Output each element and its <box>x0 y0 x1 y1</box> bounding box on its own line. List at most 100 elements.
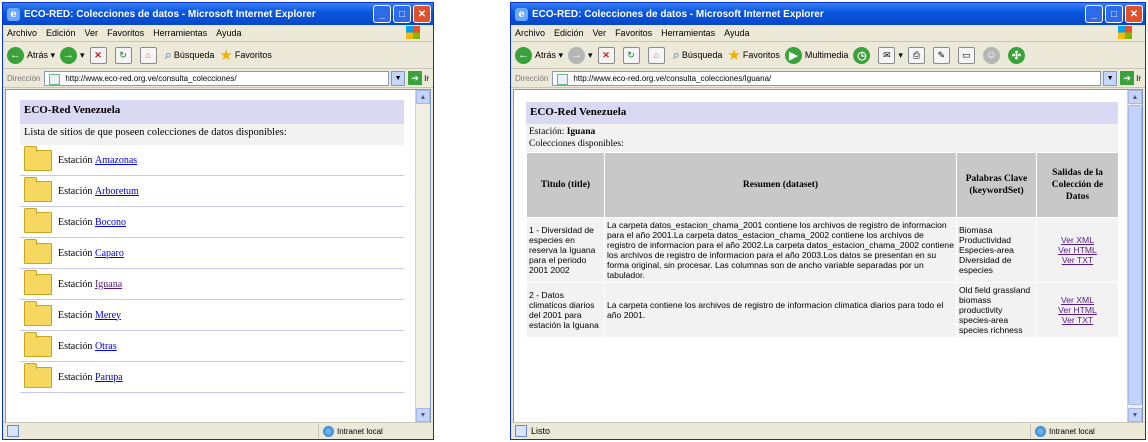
cell-links: Ver XML Ver HTML Ver TXT <box>1036 217 1119 283</box>
scroll-down-icon[interactable]: ▼ <box>1128 408 1142 422</box>
minimize-button[interactable]: _ <box>1085 5 1103 23</box>
messenger-button[interactable]: ☺ <box>982 46 1003 64</box>
back-button[interactable]: ← Atrás ▾ <box>7 46 55 64</box>
menu-herramientas[interactable]: Herramientas <box>661 28 715 38</box>
address-dropdown-button[interactable]: ▼ <box>391 70 406 86</box>
window-title: ECO-RED: Colecciones de datos - Microsof… <box>532 8 824 20</box>
list-item: Estación Caparo <box>20 238 404 269</box>
address-input[interactable]: http://www.eco-red.org.ve/consulta_colec… <box>44 70 390 86</box>
view-txt-link[interactable]: Ver TXT <box>1039 255 1116 265</box>
menu-herramientas[interactable]: Herramientas <box>153 28 207 38</box>
vertical-scrollbar[interactable]: ▲ ▼ <box>415 90 430 422</box>
windows-logo-icon <box>1118 26 1132 39</box>
menu-favoritos[interactable]: Favoritos <box>107 28 144 38</box>
column-header-title: Titulo (title) <box>526 152 605 218</box>
address-dropdown-button[interactable]: ▼ <box>1103 70 1118 86</box>
stop-button[interactable]: ✕ <box>597 46 618 64</box>
search-label: Búsqueda <box>173 50 215 60</box>
collections-label: Colecciones disponibles: <box>529 139 624 149</box>
folder-button[interactable]: ▭ <box>957 46 978 64</box>
menu-favoritos[interactable]: Favoritos <box>615 28 652 38</box>
scroll-up-icon[interactable]: ▲ <box>416 90 430 104</box>
list-item: Estación Iguana <box>20 269 404 300</box>
search-icon: ⌕ <box>164 47 172 62</box>
page-content: ECO-Red Venezuela Estación: Iguana Colec… <box>513 89 1143 423</box>
go-arrow-icon[interactable]: ➔ <box>1120 71 1135 85</box>
research-button[interactable]: ✣ <box>1007 46 1028 64</box>
go-label[interactable]: Ir <box>1136 74 1141 83</box>
multimedia-button[interactable]: ▶ Multimedia <box>784 46 848 64</box>
menu-ver[interactable]: Ver <box>85 28 99 38</box>
maximize-button[interactable]: □ <box>393 5 411 23</box>
close-button[interactable]: ✕ <box>1125 5 1143 23</box>
station-link-parupa[interactable]: Parupa <box>95 372 123 383</box>
menu-edicion[interactable]: Edición <box>46 28 76 38</box>
scroll-down-icon[interactable]: ▼ <box>416 408 430 422</box>
favorites-button[interactable]: ★ Favoritos <box>219 46 271 64</box>
history-button[interactable]: ◷ <box>853 46 873 64</box>
edit-button[interactable]: ✎ <box>932 46 953 64</box>
station-prefix: Estación <box>58 371 93 383</box>
station-link-bocono[interactable]: Bocono <box>95 217 126 228</box>
back-button[interactable]: ← Atrás ▾ <box>515 46 563 64</box>
forward-button[interactable]: → ▾ <box>568 46 593 64</box>
star-icon: ★ <box>727 47 741 64</box>
scroll-up-icon[interactable]: ▲ <box>1128 90 1142 104</box>
home-button[interactable]: ⌂ <box>139 46 160 64</box>
refresh-button[interactable]: ↻ <box>622 46 643 64</box>
view-xml-link[interactable]: Ver XML <box>1039 235 1116 245</box>
stop-icon: ✕ <box>597 46 615 64</box>
research-icon: ✣ <box>1007 46 1025 64</box>
menu-edicion[interactable]: Edición <box>554 28 584 38</box>
station-prefix: Estación <box>58 278 93 290</box>
search-button[interactable]: ⌕ Búsqueda <box>673 47 723 63</box>
menu-archivo[interactable]: Archivo <box>515 28 545 38</box>
address-input[interactable]: http://www.eco-red.org.ve/consulta_colec… <box>552 70 1102 86</box>
station-link-amazonas[interactable]: Amazonas <box>95 155 137 166</box>
address-label: Dirección <box>7 73 41 83</box>
menu-archivo[interactable]: Archivo <box>7 28 37 38</box>
list-item: Estación Merey <box>20 300 404 331</box>
go-label[interactable]: Ir <box>424 74 429 83</box>
menu-ver[interactable]: Ver <box>593 28 607 38</box>
page-subtitle: Lista de sitios de que poseen coleccione… <box>20 124 404 145</box>
vertical-scrollbar[interactable]: ▲ ▼ <box>1127 90 1142 422</box>
menu-ayuda[interactable]: Ayuda <box>724 28 749 38</box>
view-html-link[interactable]: Ver HTML <box>1039 305 1116 315</box>
home-button[interactable]: ⌂ <box>647 46 668 64</box>
minimize-button[interactable]: _ <box>373 5 391 23</box>
station-link-caparo[interactable]: Caparo <box>95 248 124 259</box>
page-header: ECO-Red Venezuela <box>526 102 1118 124</box>
table-row: 2 - Datos climaticos diarios del 2001 pa… <box>526 282 1119 338</box>
home-icon: ⌂ <box>647 46 665 64</box>
maximize-button[interactable]: □ <box>1105 5 1123 23</box>
refresh-button[interactable]: ↻ <box>114 46 135 64</box>
station-prefix: Estación <box>58 185 93 197</box>
forward-button[interactable]: → ▾ <box>60 46 85 64</box>
view-xml-link[interactable]: Ver XML <box>1039 295 1116 305</box>
station-link-otras[interactable]: Otras <box>95 341 117 352</box>
favorites-button[interactable]: ★ Favoritos <box>727 46 779 64</box>
zone-label: Intranet local <box>1049 426 1095 436</box>
list-item: Estación Arboretum <box>20 176 404 207</box>
title-bar[interactable]: e ECO-RED: Colecciones de datos - Micros… <box>3 3 433 25</box>
station-link-merey[interactable]: Merey <box>95 310 121 321</box>
page-icon <box>557 73 569 85</box>
folder-icon <box>24 145 52 171</box>
stop-button[interactable]: ✕ <box>89 46 110 64</box>
menu-ayuda[interactable]: Ayuda <box>216 28 241 38</box>
title-bar[interactable]: e ECO-RED: Colecciones de datos - Micros… <box>511 3 1145 25</box>
browser-window-2: e ECO-RED: Colecciones de datos - Micros… <box>510 2 1146 440</box>
close-button[interactable]: ✕ <box>413 5 431 23</box>
search-button[interactable]: ⌕ Búsqueda <box>165 47 215 63</box>
station-link-iguana[interactable]: Iguana <box>95 279 122 290</box>
mail-button[interactable]: ✉ ▾ <box>878 46 903 64</box>
print-button[interactable]: ⎙ <box>907 46 928 64</box>
scroll-thumb[interactable] <box>1128 105 1142 405</box>
status-left <box>3 425 318 437</box>
stop-icon: ✕ <box>89 46 107 64</box>
view-html-link[interactable]: Ver HTML <box>1039 245 1116 255</box>
view-txt-link[interactable]: Ver TXT <box>1039 315 1116 325</box>
go-arrow-icon[interactable]: ➔ <box>408 71 423 85</box>
station-link-arboretum[interactable]: Arboretum <box>95 186 139 197</box>
